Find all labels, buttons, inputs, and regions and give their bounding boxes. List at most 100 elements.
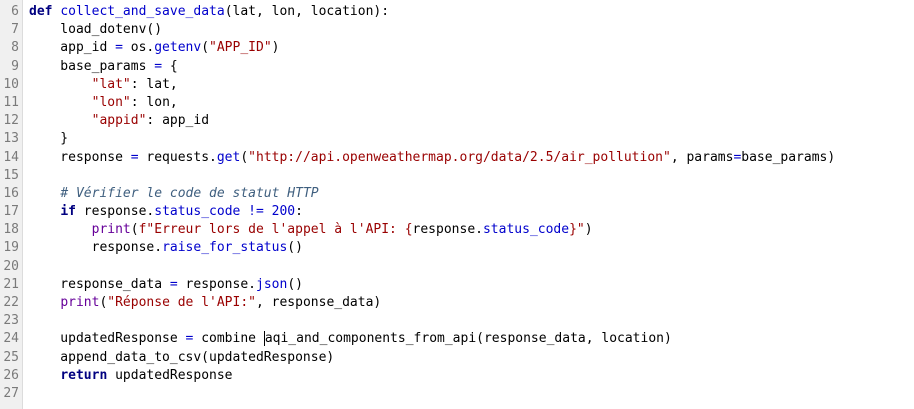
code-line[interactable]: 18 print(f"Erreur lors de l'appel à l'AP… [0,221,914,239]
code-token: app_id [29,40,116,56]
code-token: : [295,204,303,220]
code-line[interactable]: 7 load_dotenv() [0,21,914,39]
line-number: 10 [3,76,19,92]
code-token: print [60,295,100,310]
code-token: "http://api.openweathermap.org/data/2.5/… [248,149,671,165]
code-token: "APP_ID" [209,40,272,56]
code-token: () [287,276,303,292]
code-lines[interactable]: 6 def collect_and_save_data(lat, lon, loc… [0,3,914,403]
code-token: if [60,204,76,220]
line-number: 13 [3,131,19,147]
code-text[interactable]: print(f"Erreur lors de l'appel à l'API: … [29,221,593,239]
code-text[interactable]: def collect_and_save_data(lat, lon, loca… [29,3,389,21]
line-number: 11 [3,94,19,110]
code-text[interactable]: return updatedResponse [29,367,233,385]
code-token: != [248,204,264,220]
code-text[interactable]: load_dotenv() [29,21,162,39]
code-token: def [29,4,53,19]
code-text[interactable]: "lat": lat, [29,76,178,94]
code-line[interactable]: 12 "appid": app_id [0,112,914,130]
code-line[interactable]: 24 updatedResponse = combine aqi_and_com… [0,330,914,348]
line-number: 12 [3,113,19,129]
code-line[interactable]: 9 base_params = { [0,58,914,76]
code-line[interactable]: 17 if response.status_code != 200: [0,203,914,221]
code-token: } [29,131,69,147]
code-token: response_data [29,276,170,292]
code-token: load_dotenv() [29,22,163,38]
code-line[interactable]: 25 append_data_to_csv(updatedResponse) [0,349,914,367]
line-number: 9 [11,58,19,74]
code-token: ) [584,222,593,238]
line-number: 7 [11,22,19,38]
code-line[interactable]: 16 # Vérifier le code de statut HTTP [0,185,914,203]
code-token: = [130,149,139,165]
code-token: (lat, lon, location): [224,4,390,19]
code-token: status_code [482,222,570,238]
code-editor[interactable]: 6 def collect_and_save_data(lat, lon, loc… [0,0,914,409]
code-line[interactable]: 6 def collect_and_save_data(lat, lon, loc… [0,3,914,21]
code-line[interactable]: 20 [0,258,914,276]
code-text[interactable]: "appid": app_id [29,112,209,130]
line-number: 20 [3,258,19,274]
code-token: status_code [154,204,241,220]
code-text[interactable]: response.raise_for_status() [29,239,303,257]
code-token: }" [569,222,585,238]
code-line[interactable]: 19 response.raise_for_status() [0,239,914,257]
line-number: 8 [11,40,19,56]
code-line[interactable]: 8 app_id = os.getenv("APP_ID") [0,39,914,57]
code-line[interactable]: 13 } [0,130,914,148]
line-number: 15 [3,167,19,183]
code-token: = [115,40,123,56]
code-token: response. [412,222,483,238]
code-token: : lat, [130,76,178,92]
code-token: return [60,367,108,383]
code-line[interactable]: 21 response_data = response.json() [0,276,914,294]
code-token: 200 [271,204,296,220]
code-line[interactable]: 10 "lat": lat, [0,76,914,94]
code-text[interactable]: } [29,130,68,148]
code-line[interactable]: 22 print("Réponse de l'API:", response_d… [0,294,914,312]
code-token: = [154,58,163,74]
code-text[interactable]: response_data = response.json() [29,276,303,294]
code-token: response. [29,240,163,256]
code-text[interactable]: "lon": lon, [29,94,178,112]
code-text[interactable]: app_id = os.getenv("APP_ID") [29,39,279,57]
code-token: json [256,276,288,292]
code-token: updatedResponse [29,331,186,347]
code-line[interactable]: 23 [0,312,914,330]
code-line[interactable]: 27 [0,385,914,403]
code-line[interactable]: 14 response = requests.get("http://api.o… [0,149,914,167]
line-number: 23 [3,313,19,329]
code-token: "lat" [91,76,131,92]
code-text[interactable]: updatedResponse = combine aqi_and_compon… [29,330,672,348]
code-line[interactable]: 26 return updatedResponse [0,367,914,385]
code-text[interactable]: if response.status_code != 200: [29,203,303,221]
code-token: append_data_to_csv(updatedResponse) [29,349,335,365]
code-token: updatedResponse [107,367,233,383]
code-text[interactable]: # Vérifier le code de statut HTTP [29,185,318,203]
code-line[interactable]: 15 [0,167,914,185]
code-text[interactable]: append_data_to_csv(updatedResponse) [29,349,334,367]
code-line[interactable]: 11 "lon": lon, [0,94,914,112]
code-token: combine [193,331,264,347]
line-number: 24 [3,331,19,347]
code-text[interactable]: base_params = { [29,58,177,76]
code-token: ( [130,222,139,238]
code-token: response. [177,276,256,292]
code-text[interactable]: print("Réponse de l'API:", response_data… [29,294,381,312]
line-number: 18 [3,222,19,238]
code-token: ( [201,40,210,56]
code-text[interactable]: response = requests.get("http://api.open… [29,149,835,167]
line-number: 16 [3,185,19,201]
code-token: ( [240,149,249,165]
code-token: "Réponse de l'API:" [107,295,256,310]
code-token: "appid" [91,113,147,129]
code-token: get [216,149,241,165]
